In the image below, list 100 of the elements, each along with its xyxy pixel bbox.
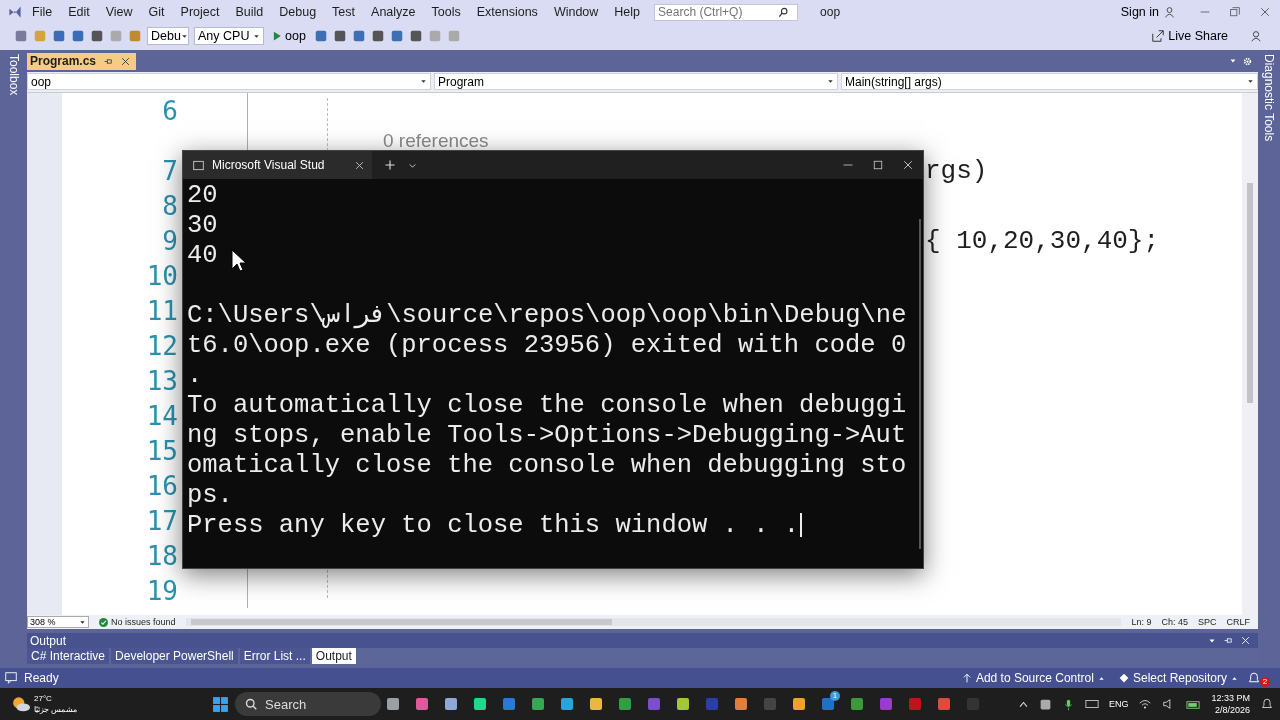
terminal-tab[interactable]: Microsoft Visual Stud — [183, 151, 372, 179]
caret-icon — [827, 78, 834, 85]
app-icon[interactable] — [936, 696, 952, 712]
tray-icon[interactable] — [1038, 697, 1052, 711]
maximize-icon — [873, 160, 883, 170]
play-icon — [272, 31, 282, 41]
type-dropdown[interactable]: Program — [434, 73, 838, 90]
menu-item[interactable]: Window — [545, 3, 607, 21]
repository-button[interactable]: Select Repository — [1114, 671, 1242, 685]
menu-item[interactable]: Tools — [423, 3, 469, 21]
toolbar-icon[interactable] — [14, 29, 28, 43]
app-icon[interactable] — [820, 696, 836, 712]
horizontal-scrollbar[interactable] — [185, 618, 1122, 626]
app-icon[interactable] — [791, 696, 807, 712]
taskbar-search[interactable]: Search — [235, 692, 381, 716]
menu-item[interactable]: Build — [227, 3, 272, 21]
toolbox-tab[interactable]: Toolbox — [6, 54, 21, 96]
menu-item[interactable]: Edit — [60, 3, 98, 21]
text-cursor — [800, 513, 803, 538]
line-number: 19 — [145, 575, 179, 606]
project-dropdown[interactable]: oop — [27, 73, 431, 90]
close-icon — [354, 160, 364, 170]
line-number: 16 — [145, 470, 179, 501]
dropdown-icon[interactable] — [1229, 57, 1237, 65]
restore-icon — [1230, 7, 1240, 17]
console-output: ps. — [187, 481, 233, 510]
menu-item[interactable]: Analyze — [363, 3, 424, 21]
app-icon[interactable] — [530, 696, 546, 712]
app-icon[interactable] — [385, 696, 401, 712]
member-dropdown[interactable]: Main(string[] args) — [841, 73, 1258, 90]
app-icon[interactable] — [559, 696, 575, 712]
person-icon[interactable] — [1163, 5, 1176, 19]
menu-item[interactable]: File — [24, 3, 61, 21]
toolbar-icon[interactable] — [332, 29, 347, 43]
clock[interactable]: 12:33 PM 2/8/2026 — [1211, 692, 1250, 716]
caret-icon — [1231, 674, 1238, 682]
chevron-up-icon[interactable] — [1017, 698, 1029, 710]
source-control-button[interactable]: Add to Source Control — [957, 671, 1109, 685]
app-icon[interactable] — [588, 696, 604, 712]
solution-name: oop — [819, 5, 842, 19]
app-icon[interactable] — [501, 696, 517, 712]
zoom-dropdown[interactable]: 308 % — [27, 616, 89, 628]
menu-item[interactable]: Git — [140, 3, 173, 21]
panel-tab[interactable]: Output — [311, 648, 356, 664]
panel-tab[interactable]: C# Interactive — [27, 648, 110, 664]
pin-icon[interactable] — [104, 56, 114, 66]
menu-item[interactable]: Help — [606, 3, 649, 21]
app-icon[interactable] — [617, 696, 633, 712]
bell-icon[interactable] — [1260, 697, 1274, 711]
toolbar-icon[interactable] — [408, 29, 423, 43]
comment-icon[interactable] — [4, 671, 18, 685]
pin-icon[interactable] — [1224, 636, 1233, 645]
menu-item[interactable]: Debug — [271, 3, 325, 21]
configuration-dropdown[interactable]: Debu — [147, 27, 189, 45]
panel-tab[interactable]: Developer PowerShell — [111, 648, 238, 664]
sign-in-link[interactable]: Sign in — [1116, 5, 1163, 19]
toolbar-icon[interactable] — [71, 29, 85, 43]
status-text: Ready — [24, 671, 59, 685]
toolbar-icon[interactable] — [52, 29, 66, 43]
toolbar-icon[interactable] — [370, 29, 385, 43]
windows-start-icon[interactable] — [212, 695, 229, 713]
caret-icon — [180, 32, 188, 40]
new-tab-button[interactable] — [383, 159, 396, 171]
terminal-icon — [193, 159, 204, 171]
menu-item[interactable]: Project — [172, 3, 228, 21]
menu-item[interactable]: Extensions — [468, 3, 546, 21]
start-button[interactable]: oop — [269, 29, 309, 43]
close-icon[interactable] — [1241, 636, 1250, 645]
toolbar-icon[interactable] — [313, 29, 328, 43]
platform-dropdown[interactable]: Any CPU — [194, 27, 264, 45]
menu-item[interactable]: View — [97, 3, 141, 21]
toolbar-icon[interactable] — [351, 29, 366, 43]
reference-count[interactable]: 0 references — [383, 130, 489, 151]
vertical-scrollbar[interactable] — [1242, 93, 1258, 615]
keyboard-icon[interactable] — [1084, 697, 1099, 711]
toolbar-icon[interactable] — [90, 29, 104, 43]
app-icon[interactable] — [414, 696, 430, 712]
diagnostic-tools-tab[interactable]: Diagnostic Tools — [1262, 54, 1276, 142]
app-icon[interactable] — [472, 696, 488, 712]
issues-indicator[interactable]: No issues found — [99, 617, 176, 627]
menu-item[interactable]: Test — [324, 3, 364, 21]
language-indicator[interactable]: ENG — [1108, 699, 1129, 709]
panel-tab[interactable]: Error List ... — [239, 648, 310, 664]
app-icon[interactable] — [443, 696, 459, 712]
wifi-icon[interactable] — [1138, 697, 1153, 711]
console-output: . — [187, 361, 203, 390]
app-icon[interactable] — [733, 696, 749, 712]
app-icon[interactable] — [849, 696, 865, 712]
line-indicator: Ln: 9 — [1131, 617, 1152, 627]
settings-icon[interactable] — [1243, 56, 1252, 66]
feedback-icon[interactable] — [1249, 29, 1263, 43]
search-field[interactable]: Search (Ctrl+Q) — [654, 3, 799, 21]
notification-bell[interactable]: 2 — [1248, 669, 1270, 687]
line-number: 11 — [145, 295, 179, 326]
app-icon[interactable] — [675, 696, 691, 712]
share-icon — [1152, 30, 1165, 42]
document-tab[interactable]: Program.cs — [27, 52, 137, 70]
console-output: 40 — [187, 241, 218, 270]
toolbar-icon[interactable] — [389, 29, 404, 43]
live-share-button[interactable]: Live Share — [1146, 28, 1234, 44]
